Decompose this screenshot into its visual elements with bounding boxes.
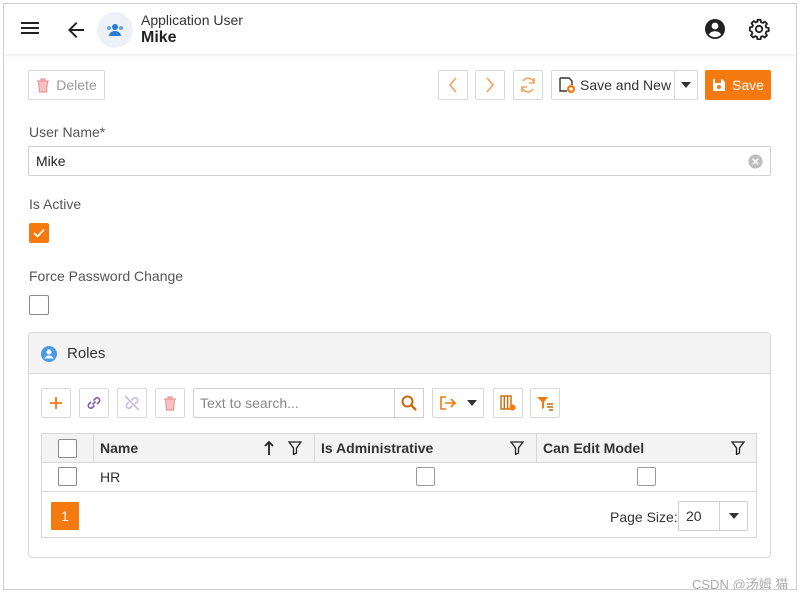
- unlink-icon: [124, 395, 140, 411]
- table-row[interactable]: HR: [42, 463, 756, 492]
- link-icon: [87, 397, 101, 409]
- page-size-select[interactable]: 20: [678, 501, 748, 531]
- save-and-new-label: Save and New: [580, 77, 672, 93]
- roles-panel-header[interactable]: Roles: [29, 333, 770, 374]
- save-button[interactable]: Save: [705, 70, 771, 100]
- is-active-label: Is Active: [29, 196, 82, 212]
- sort-ascending-icon[interactable]: [264, 441, 274, 455]
- page-size-separator: [719, 502, 720, 530]
- menu-icon[interactable]: [18, 19, 42, 39]
- pager-page-1[interactable]: 1: [51, 502, 79, 530]
- save-button-label: Save: [732, 77, 764, 93]
- page-size-value: 20: [686, 508, 702, 524]
- checkmark-icon: [33, 228, 45, 238]
- chevron-right-icon: [486, 77, 495, 93]
- account-icon[interactable]: [704, 18, 726, 40]
- roles-panel: Roles Text to search... Name Is Administ…: [28, 332, 771, 558]
- refresh-button[interactable]: [513, 70, 543, 100]
- caret-down-icon: [467, 400, 477, 406]
- plus-icon: [50, 397, 62, 409]
- filter-icon[interactable]: [731, 441, 745, 455]
- force-password-checkbox[interactable]: [29, 295, 49, 315]
- page-size-label: Page Size:: [610, 509, 678, 525]
- page-subtitle: Application User: [141, 12, 243, 28]
- refresh-icon: [521, 77, 535, 93]
- roles-search-button[interactable]: [394, 388, 424, 418]
- floppy-icon: [713, 79, 726, 91]
- is-active-checkbox[interactable]: [29, 223, 49, 243]
- link-role-button[interactable]: [79, 388, 109, 418]
- clear-icon[interactable]: [748, 154, 763, 169]
- columns-gear-icon: [500, 395, 516, 411]
- select-all-checkbox[interactable]: [58, 439, 77, 458]
- column-header-is-administrative[interactable]: Is Administrative: [321, 440, 433, 456]
- search-icon: [401, 395, 417, 411]
- trash-icon: [164, 395, 176, 411]
- role-name-cell: HR: [100, 469, 121, 485]
- role-icon: [41, 346, 57, 362]
- previous-record-button[interactable]: [438, 70, 468, 100]
- delete-button-label: Delete: [56, 77, 97, 93]
- user-name-input[interactable]: Mike: [28, 146, 771, 176]
- gear-icon[interactable]: [748, 18, 770, 40]
- roles-grid: Name Is Administrative Can Edit Model HR…: [41, 433, 757, 538]
- roles-search-input[interactable]: Text to search...: [193, 388, 395, 418]
- delete-role-button[interactable]: [155, 388, 185, 418]
- next-record-button[interactable]: [475, 70, 505, 100]
- app-header: Application User Mike: [4, 4, 796, 54]
- column-header-name[interactable]: Name: [100, 440, 138, 456]
- trash-icon: [37, 77, 50, 93]
- users-icon: [107, 24, 123, 36]
- column-chooser-button[interactable]: [493, 388, 523, 418]
- app-window: Application User Mike Delete Save and Ne…: [3, 3, 797, 590]
- force-password-label: Force Password Change: [29, 268, 184, 284]
- save-and-new-dropdown[interactable]: [674, 70, 698, 100]
- export-icon: [440, 396, 457, 410]
- add-role-button[interactable]: [41, 388, 71, 418]
- users-avatar: [97, 12, 133, 48]
- filter-icon[interactable]: [288, 441, 302, 455]
- save-and-new-button[interactable]: Save and New: [551, 70, 675, 100]
- row-select-checkbox[interactable]: [58, 467, 77, 486]
- delete-button[interactable]: Delete: [28, 70, 105, 100]
- save-new-icon: [559, 77, 575, 93]
- chevron-left-icon: [448, 77, 457, 93]
- roles-panel-title: Roles: [67, 345, 106, 362]
- filter-builder-button[interactable]: [530, 388, 560, 418]
- unlink-role-button[interactable]: [117, 388, 147, 418]
- watermark: CSDN @汤姆 猫: [692, 577, 789, 590]
- caret-down-icon: [729, 513, 739, 519]
- filter-icon[interactable]: [510, 441, 524, 455]
- can-edit-model-checkbox: [637, 467, 656, 486]
- caret-down-icon: [681, 82, 691, 88]
- page-title: Mike: [141, 29, 177, 46]
- export-button[interactable]: [432, 388, 484, 418]
- is-administrative-checkbox: [416, 467, 435, 486]
- back-arrow-icon[interactable]: [64, 18, 88, 42]
- filter-list-icon: [537, 397, 553, 411]
- user-name-label: User Name*: [29, 124, 106, 140]
- column-header-can-edit-model[interactable]: Can Edit Model: [543, 440, 644, 456]
